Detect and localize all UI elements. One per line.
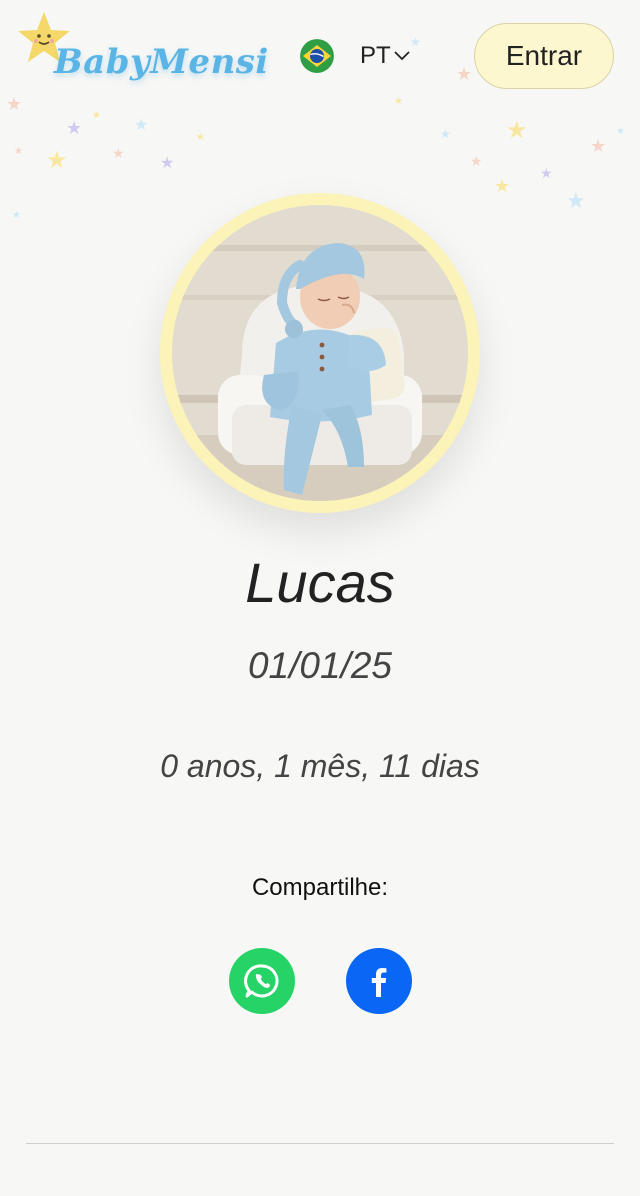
svg-text:★: ★ (92, 110, 101, 121)
footer-divider (26, 1143, 614, 1144)
svg-text:★: ★ (12, 210, 21, 221)
logo-text: BabyMensi (54, 42, 269, 82)
language-selector[interactable]: PT (300, 36, 411, 76)
facebook-share-button[interactable] (346, 948, 412, 1014)
svg-text:★: ★ (590, 136, 606, 157)
svg-text:★: ★ (112, 146, 125, 162)
svg-text:★: ★ (14, 146, 23, 157)
svg-text:★: ★ (616, 126, 625, 137)
header: BabyMensi PT Entrar (0, 0, 640, 110)
svg-text:★: ★ (160, 153, 174, 172)
whatsapp-share-button[interactable] (229, 948, 295, 1014)
svg-text:★: ★ (196, 132, 205, 143)
svg-text:★: ★ (506, 116, 528, 144)
baby-photo (172, 205, 468, 501)
age-display: 0 anos, 1 mês, 11 dias (160, 748, 480, 784)
facebook-icon (371, 968, 387, 997)
baby-avatar (160, 193, 480, 513)
svg-text:★: ★ (46, 146, 68, 174)
svg-text:★: ★ (440, 127, 451, 141)
whatsapp-icon (244, 964, 279, 998)
brazil-flag-icon (300, 39, 334, 73)
svg-text:★: ★ (470, 154, 483, 170)
svg-text:★: ★ (66, 118, 82, 139)
birth-date: 01/01/25 (247, 645, 393, 686)
share-label: Compartilhe: (251, 874, 389, 901)
svg-text:★: ★ (540, 166, 553, 182)
chevron-down-icon (394, 51, 410, 61)
login-button[interactable]: Entrar (474, 23, 614, 89)
svg-text:★: ★ (134, 115, 148, 134)
svg-text:★: ★ (566, 189, 586, 214)
language-code: PT (360, 42, 391, 69)
baby-name: Lucas (245, 551, 395, 614)
svg-text:★: ★ (494, 176, 510, 197)
babymensi-logo[interactable]: BabyMensi (18, 10, 268, 100)
